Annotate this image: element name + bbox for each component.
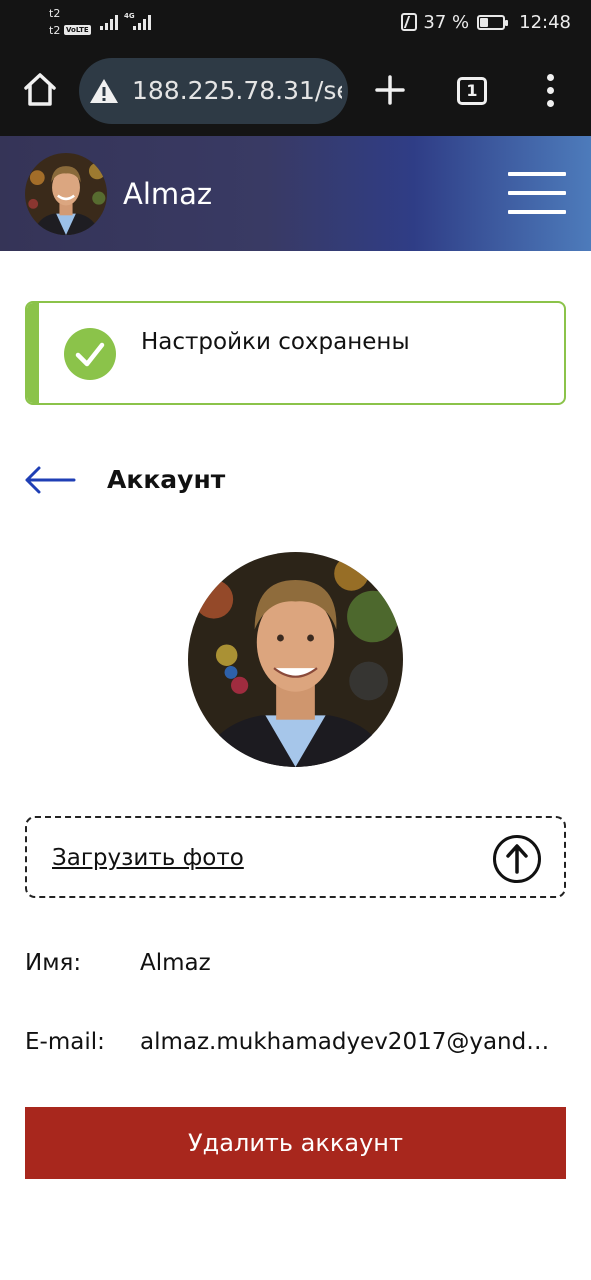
name-label: Имя:: [25, 950, 82, 976]
upload-photo-link[interactable]: Загрузить фото: [52, 842, 244, 874]
battery-percent: 37 %: [423, 11, 470, 33]
profile-photo-image: [188, 552, 403, 767]
home-icon: [24, 73, 56, 106]
tabs-button[interactable]: 1: [457, 77, 487, 105]
check-circle-icon: [64, 328, 116, 380]
carrier-label-2: t2: [49, 24, 61, 37]
app-header: Almaz: [0, 136, 591, 251]
signal-icon: [100, 14, 120, 30]
address-bar[interactable]: 188.225.78.31/settings: [79, 58, 348, 124]
url-text[interactable]: 188.225.78.31/settings: [132, 75, 342, 107]
nfc-icon: [401, 13, 418, 31]
battery-icon: [477, 14, 509, 30]
hamburger-icon[interactable]: [508, 172, 566, 216]
alert-accent-bar: [27, 303, 39, 403]
home-button[interactable]: [20, 70, 60, 110]
back-button[interactable]: [22, 462, 78, 498]
warning-icon[interactable]: [89, 77, 119, 105]
header-username[interactable]: Almaz: [123, 176, 212, 212]
avatar-photo: [25, 153, 107, 235]
new-tab-button[interactable]: [372, 72, 408, 108]
arrow-left-icon: [25, 466, 76, 494]
clock: 12:48: [519, 11, 571, 33]
page-title: Аккаунт: [107, 465, 226, 494]
browser-toolbar: 188.225.78.31/settings 1: [0, 46, 591, 136]
email-value: almaz.mukhamadyev2017@yandex.ru: [140, 1029, 560, 1055]
cellular-status: t2 t2 VoLTE 4G: [48, 6, 158, 40]
upload-photo-area[interactable]: Загрузить фото: [25, 816, 566, 898]
status-bar: t2 t2 VoLTE 4G 37 % 12:48: [0, 0, 591, 46]
avatar[interactable]: [25, 153, 107, 235]
upload-arrow-icon[interactable]: [492, 834, 542, 884]
profile-photo: [188, 552, 403, 767]
plus-icon: [375, 75, 405, 105]
name-value: Almaz: [140, 950, 211, 976]
volte-badge: VoLTE: [64, 25, 91, 35]
alert-message: Настройки сохранены: [141, 329, 410, 355]
success-alert: Настройки сохранены: [25, 301, 566, 405]
carrier-label: t2: [49, 7, 61, 20]
system-status: 37 % 12:48: [401, 10, 571, 34]
signal-icon-2: [133, 14, 153, 30]
more-vert-icon[interactable]: [540, 74, 562, 108]
email-label: E-mail:: [25, 1029, 105, 1055]
delete-account-button[interactable]: Удалить аккаунт: [25, 1107, 566, 1179]
